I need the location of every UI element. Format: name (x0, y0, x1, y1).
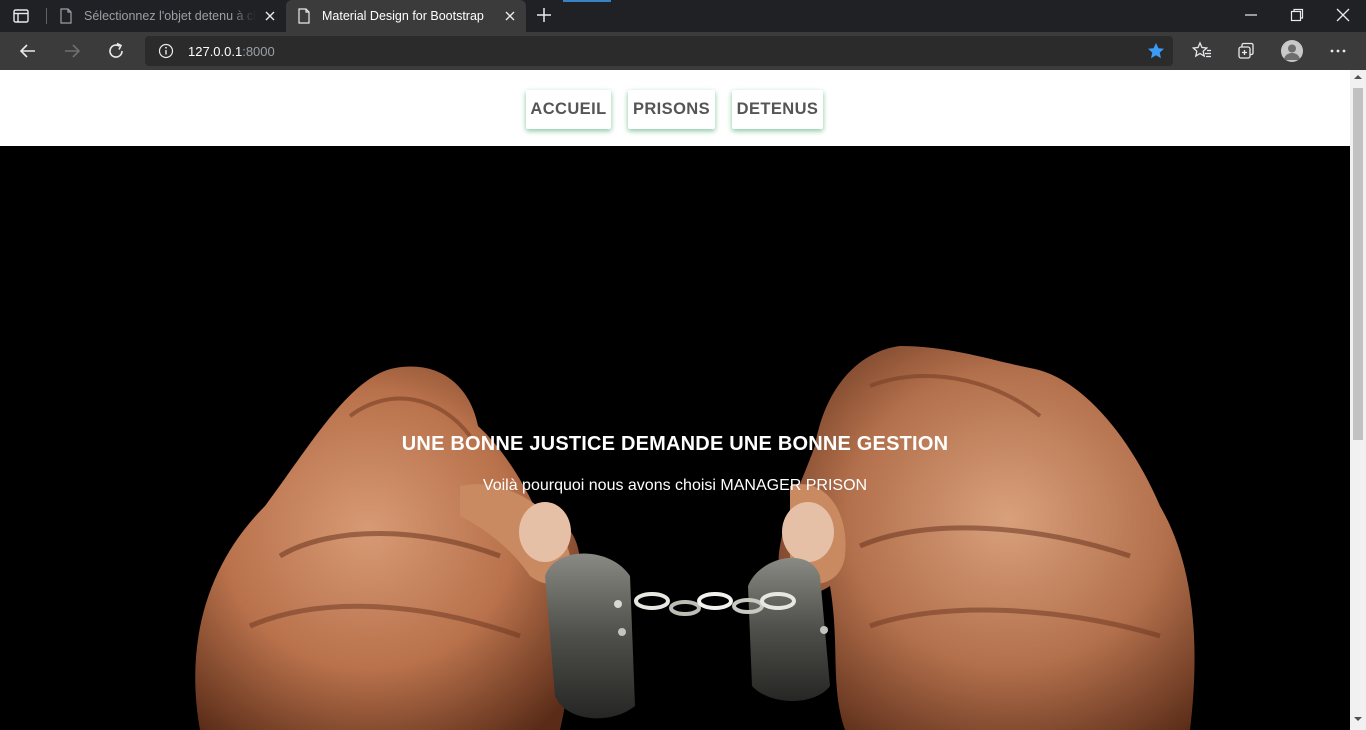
url-host: 127.0.0.1 (188, 44, 243, 59)
collections-icon[interactable] (1236, 41, 1256, 61)
nav-accueil-button[interactable]: ACCUEIL (526, 90, 611, 129)
restore-icon[interactable] (1290, 8, 1304, 22)
scroll-down-arrow-icon[interactable] (1354, 715, 1362, 723)
scrollbar-thumb[interactable] (1353, 88, 1363, 440)
refresh-icon[interactable] (106, 41, 126, 61)
site-navbar: ACCUEIL PRISONS DETENUS (0, 70, 1350, 146)
page-viewport: ACCUEIL PRISONS DETENUS UNE BONNE JUSTIC… (0, 70, 1366, 730)
profile-icon[interactable] (1281, 40, 1303, 62)
minimize-icon[interactable] (1244, 8, 1258, 22)
tab-title: Sélectionnez l'objet detenu à changer (84, 9, 256, 23)
close-icon[interactable] (264, 10, 276, 22)
tab-loading-indicator (563, 0, 611, 2)
more-icon[interactable] (1328, 41, 1348, 61)
url-port: :8000 (242, 44, 275, 59)
favorites-icon[interactable] (1192, 41, 1212, 61)
plus-icon[interactable] (536, 7, 552, 23)
hero-title: UNE BONNE JUSTICE DEMANDE UNE BONNE GEST… (401, 433, 949, 455)
back-icon[interactable] (18, 41, 38, 61)
page-icon (60, 8, 72, 24)
tab-admin[interactable]: Sélectionnez l'objet detenu à changer (48, 0, 286, 32)
tab-material-design[interactable]: Material Design for Bootstrap (286, 0, 526, 32)
tab-title: Material Design for Bootstrap (322, 9, 484, 23)
nav-detenus-button[interactable]: DETENUS (732, 90, 823, 129)
tab-actions-icon[interactable] (12, 7, 30, 25)
nav-prisons-button[interactable]: PRISONS (628, 90, 715, 129)
address-bar[interactable]: 127.0.0.1:8000 (145, 36, 1173, 66)
browser-tab-strip: Sélectionnez l'objet detenu à changer Ma… (0, 0, 1366, 32)
scroll-up-arrow-icon[interactable] (1354, 73, 1362, 81)
close-icon[interactable] (504, 10, 516, 22)
hero-banner: UNE BONNE JUSTICE DEMANDE UNE BONNE GEST… (0, 146, 1350, 730)
forward-icon[interactable] (62, 41, 82, 61)
star-icon[interactable] (1147, 42, 1165, 60)
url-text[interactable]: 127.0.0.1:8000 (188, 44, 275, 59)
tab-separator (46, 8, 47, 24)
page-icon (298, 8, 310, 24)
window-close-icon[interactable] (1336, 8, 1350, 22)
page-scrollbar[interactable] (1350, 70, 1366, 730)
hero-subtitle: Voilà pourquoi nous avons choisi MANAGER… (482, 477, 868, 494)
info-icon[interactable] (158, 43, 174, 59)
browser-toolbar: 127.0.0.1:8000 (0, 32, 1366, 70)
